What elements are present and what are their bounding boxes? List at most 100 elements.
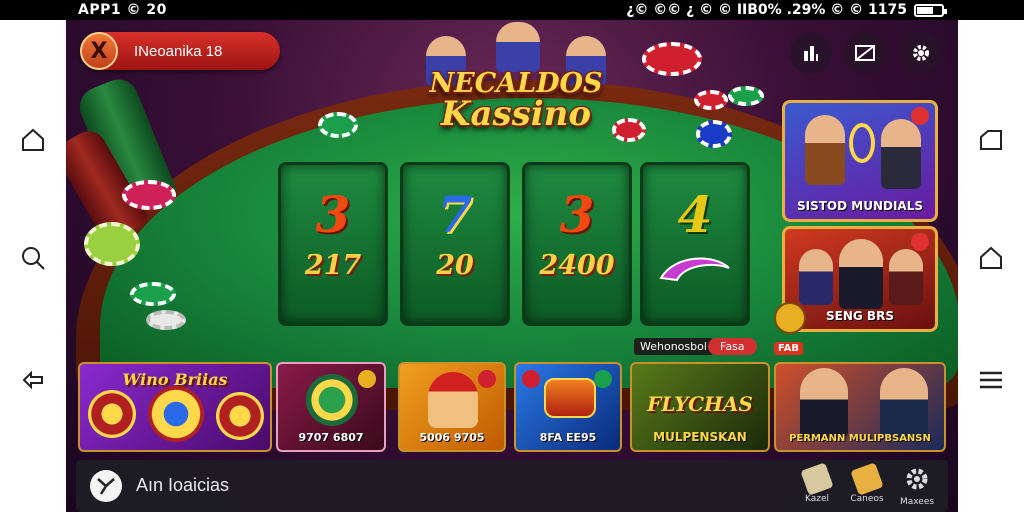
gallery-button[interactable]	[844, 32, 886, 74]
bar-action-3[interactable]: Maxees	[892, 466, 942, 507]
bar-action-label: Caneos	[850, 494, 884, 504]
tile-caption: 5006 9705	[419, 431, 485, 444]
bar-action-label: Maxees	[899, 497, 935, 507]
chip	[84, 222, 140, 266]
coin-icon	[774, 302, 806, 334]
logo-line-1: NECALDOS	[429, 68, 603, 99]
promo-caption: SISTOD MUNDIALS	[796, 199, 923, 213]
reel-value: 217	[304, 250, 362, 281]
game-tile-5[interactable]: FLYCHAS MULPENSKAN	[630, 362, 770, 452]
tile-badge	[522, 370, 540, 388]
back-arrow-icon[interactable]	[18, 365, 48, 395]
game-tile-4[interactable]: 8FA EE95	[514, 362, 622, 452]
trophy-icon	[849, 123, 875, 163]
chip	[696, 120, 732, 148]
game-tile-1[interactable]: Wino Briias	[78, 362, 272, 452]
logo-line-2: Kassino	[440, 94, 592, 134]
gear-icon	[913, 45, 929, 61]
title-pill[interactable]: X INeoanika 18	[80, 32, 280, 70]
reel-value: 2400	[539, 250, 615, 281]
tile-caption: 9707 6807	[298, 431, 364, 444]
title-pill-label: INeoanika 18	[134, 42, 223, 60]
bar-action-1[interactable]: Kazel	[792, 462, 842, 504]
character-icon	[800, 368, 848, 438]
status-right: ¿© ©© ¿ © © IIB0% .29% © © 1175	[626, 0, 947, 20]
menu-icon[interactable]	[976, 365, 1006, 395]
tile-caption: MULPENSKAN	[653, 430, 747, 444]
swirl-symbol-icon	[659, 257, 730, 282]
promo-character	[889, 249, 923, 305]
tile-badge	[358, 370, 376, 388]
promo-character	[805, 115, 845, 185]
chip	[146, 310, 186, 330]
home-icon[interactable]	[18, 125, 48, 155]
tile-caption: 8FA EE95	[539, 431, 597, 444]
bar-chart-icon	[804, 46, 818, 61]
section-pill[interactable]: Fasa	[708, 338, 757, 355]
promo-badge	[911, 233, 929, 251]
game-logo: NECALDOS Kassino	[426, 70, 606, 131]
close-button[interactable]: X	[80, 32, 118, 70]
home-outline-icon[interactable]	[976, 243, 1006, 273]
promo-character	[839, 239, 883, 309]
status-right-text: ¿© ©© ¿ © © IIB0% .29% © © 1175	[626, 2, 907, 18]
roulette-icon	[306, 374, 358, 426]
reel-value: 20	[436, 250, 474, 281]
recent-apps-icon[interactable]	[976, 125, 1006, 155]
reel-symbol: 3	[315, 185, 351, 244]
roulette-icon	[216, 392, 264, 440]
roulette-icon	[88, 390, 136, 438]
battery-icon	[914, 3, 947, 17]
game-tile-2[interactable]: 9707 6807	[276, 362, 386, 452]
section-label: Wehonosbol	[634, 338, 713, 355]
character-icon	[428, 372, 478, 428]
game-tile-6[interactable]: PERMANN MULIPBSANSN	[774, 362, 946, 452]
slot-reel-1[interactable]: 3 217	[278, 162, 388, 326]
tile-title: FLYCHAS	[647, 392, 753, 416]
bottom-bar: Aın Ioaicias Kazel Caneos Maxees	[76, 460, 948, 512]
promo-caption: SENG BRS	[826, 309, 894, 323]
promo-character	[881, 119, 921, 189]
promo-character	[799, 249, 833, 305]
tile-caption: PERMANN MULIPBSANSN	[789, 433, 931, 444]
game-stage: X INeoanika 18 NECALDOS Kassino 3 217 7 …	[66, 20, 958, 512]
character-icon	[880, 368, 928, 438]
bar-action-label: Kazel	[804, 494, 830, 504]
leaderboard-button[interactable]	[790, 32, 832, 74]
reel-symbol: 7	[437, 185, 473, 244]
tile-badge	[594, 370, 612, 388]
left-nav-rail	[0, 20, 66, 512]
chip	[642, 42, 702, 76]
search-icon[interactable]	[18, 243, 48, 273]
slot-reel-2[interactable]: 7 20	[400, 162, 510, 326]
chip	[612, 118, 646, 142]
chip	[130, 282, 176, 306]
right-nav-rail	[958, 20, 1024, 512]
chat-icon[interactable]	[90, 470, 122, 502]
tile-badge	[478, 370, 496, 388]
status-bar: APP1 © 20 ¿© ©© ¿ © © IIB0% .29% © © 117…	[0, 0, 1024, 20]
promo-badge	[911, 107, 929, 125]
reel-symbol: 3	[559, 185, 595, 244]
slot-reel-4[interactable]: 4	[640, 162, 750, 326]
image-off-icon	[855, 45, 875, 61]
ticket-icon	[800, 462, 834, 496]
chip	[728, 86, 764, 106]
bottom-bar-text[interactable]: Aın Ioaicias	[136, 475, 229, 496]
settings-gear-icon	[906, 468, 928, 490]
roulette-icon	[148, 386, 204, 442]
chip	[694, 90, 728, 110]
game-tile-3[interactable]: 5006 9705	[398, 362, 506, 452]
settings-button[interactable]	[900, 32, 942, 74]
chip	[122, 180, 176, 210]
logo-character	[496, 22, 540, 72]
shield-icon	[544, 378, 596, 418]
reel-symbol: 4	[677, 185, 713, 244]
gift-icon	[850, 462, 884, 496]
bar-action-2[interactable]: Caneos	[842, 462, 892, 504]
slot-reel-3[interactable]: 3 2400	[522, 162, 632, 326]
new-badge: FAB	[774, 342, 804, 355]
promo-card-1[interactable]: SISTOD MUNDIALS	[782, 100, 938, 222]
status-left-text: APP1 © 20	[78, 2, 167, 18]
app-screen: APP1 © 20 ¿© ©© ¿ © © IIB0% .29% © © 117…	[0, 0, 1024, 512]
